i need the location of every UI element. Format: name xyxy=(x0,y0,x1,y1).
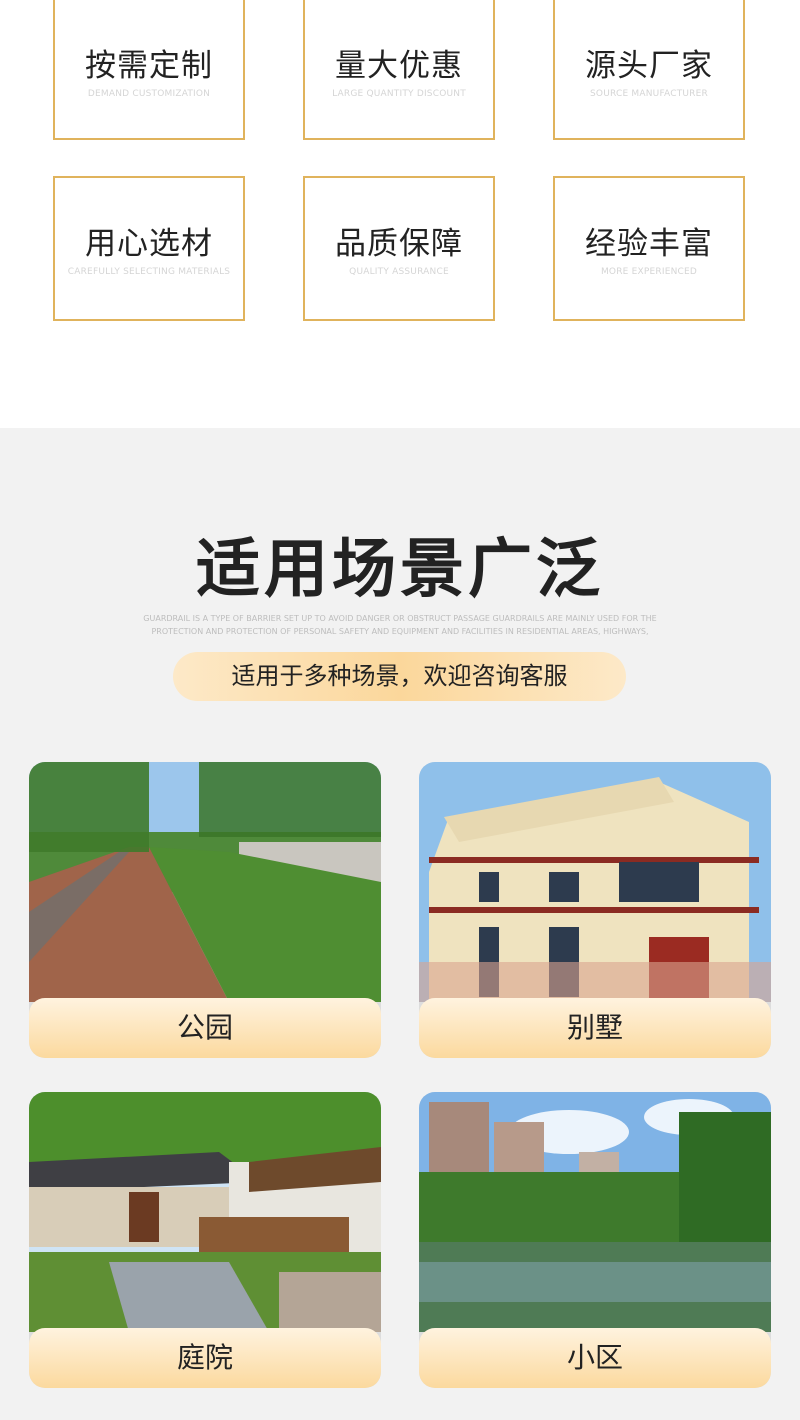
feature-card-materials[interactable]: 用心选材 CAREFULLY SELECTING MATERIALS xyxy=(53,176,245,321)
feature-subtitle: DEMAND CUSTOMIZATION xyxy=(87,89,211,99)
scene-card-villa[interactable]: 别墅 xyxy=(419,762,771,1058)
feature-title: 品质保障 xyxy=(335,226,463,262)
feature-subtitle: CAREFULLY SELECTING MATERIALS xyxy=(67,267,231,277)
feature-card-quality[interactable]: 品质保障 QUALITY ASSURANCE xyxy=(303,176,495,321)
feature-subtitle: LARGE QUANTITY DISCOUNT xyxy=(332,89,466,99)
feature-card-discount[interactable]: 量大优惠 LARGE QUANTITY DISCOUNT xyxy=(303,0,495,140)
section-description: GUARDRAIL IS A TYPE OF BARRIER SET UP TO… xyxy=(143,614,657,636)
scene-label: 别墅 xyxy=(419,998,771,1058)
scene-card-community[interactable]: 小区 xyxy=(419,1092,771,1388)
feature-title: 源头厂家 xyxy=(585,48,713,84)
feature-title: 按需定制 xyxy=(85,48,213,84)
feature-card-manufacturer[interactable]: 源头厂家 SOURCE MANUFACTURER xyxy=(553,0,745,140)
feature-subtitle: QUALITY ASSURANCE xyxy=(349,267,449,277)
scene-card-courtyard[interactable]: 庭院 xyxy=(29,1092,381,1388)
feature-card-experience[interactable]: 经验丰富 MORE EXPERIENCED xyxy=(553,176,745,321)
scenes-section: 适用场景广泛 GUARDRAIL IS A TYPE OF BARRIER SE… xyxy=(0,428,800,1420)
feature-title: 量大优惠 xyxy=(335,48,463,84)
scene-label: 公园 xyxy=(29,998,381,1058)
section-title: 适用场景广泛 xyxy=(196,533,604,607)
scene-label: 庭院 xyxy=(29,1328,381,1388)
features-section: 按需定制 DEMAND CUSTOMIZATION 量大优惠 LARGE QUA… xyxy=(0,0,800,428)
consult-pill[interactable]: 适用于多种场景，欢迎咨询客服 xyxy=(173,652,626,701)
feature-card-customization[interactable]: 按需定制 DEMAND CUSTOMIZATION xyxy=(53,0,245,140)
feature-title: 用心选材 xyxy=(85,226,213,262)
feature-title: 经验丰富 xyxy=(585,226,713,262)
scene-card-park[interactable]: 公园 xyxy=(29,762,381,1058)
scene-label: 小区 xyxy=(419,1328,771,1388)
feature-subtitle: SOURCE MANUFACTURER xyxy=(590,89,708,99)
feature-subtitle: MORE EXPERIENCED xyxy=(600,267,698,277)
